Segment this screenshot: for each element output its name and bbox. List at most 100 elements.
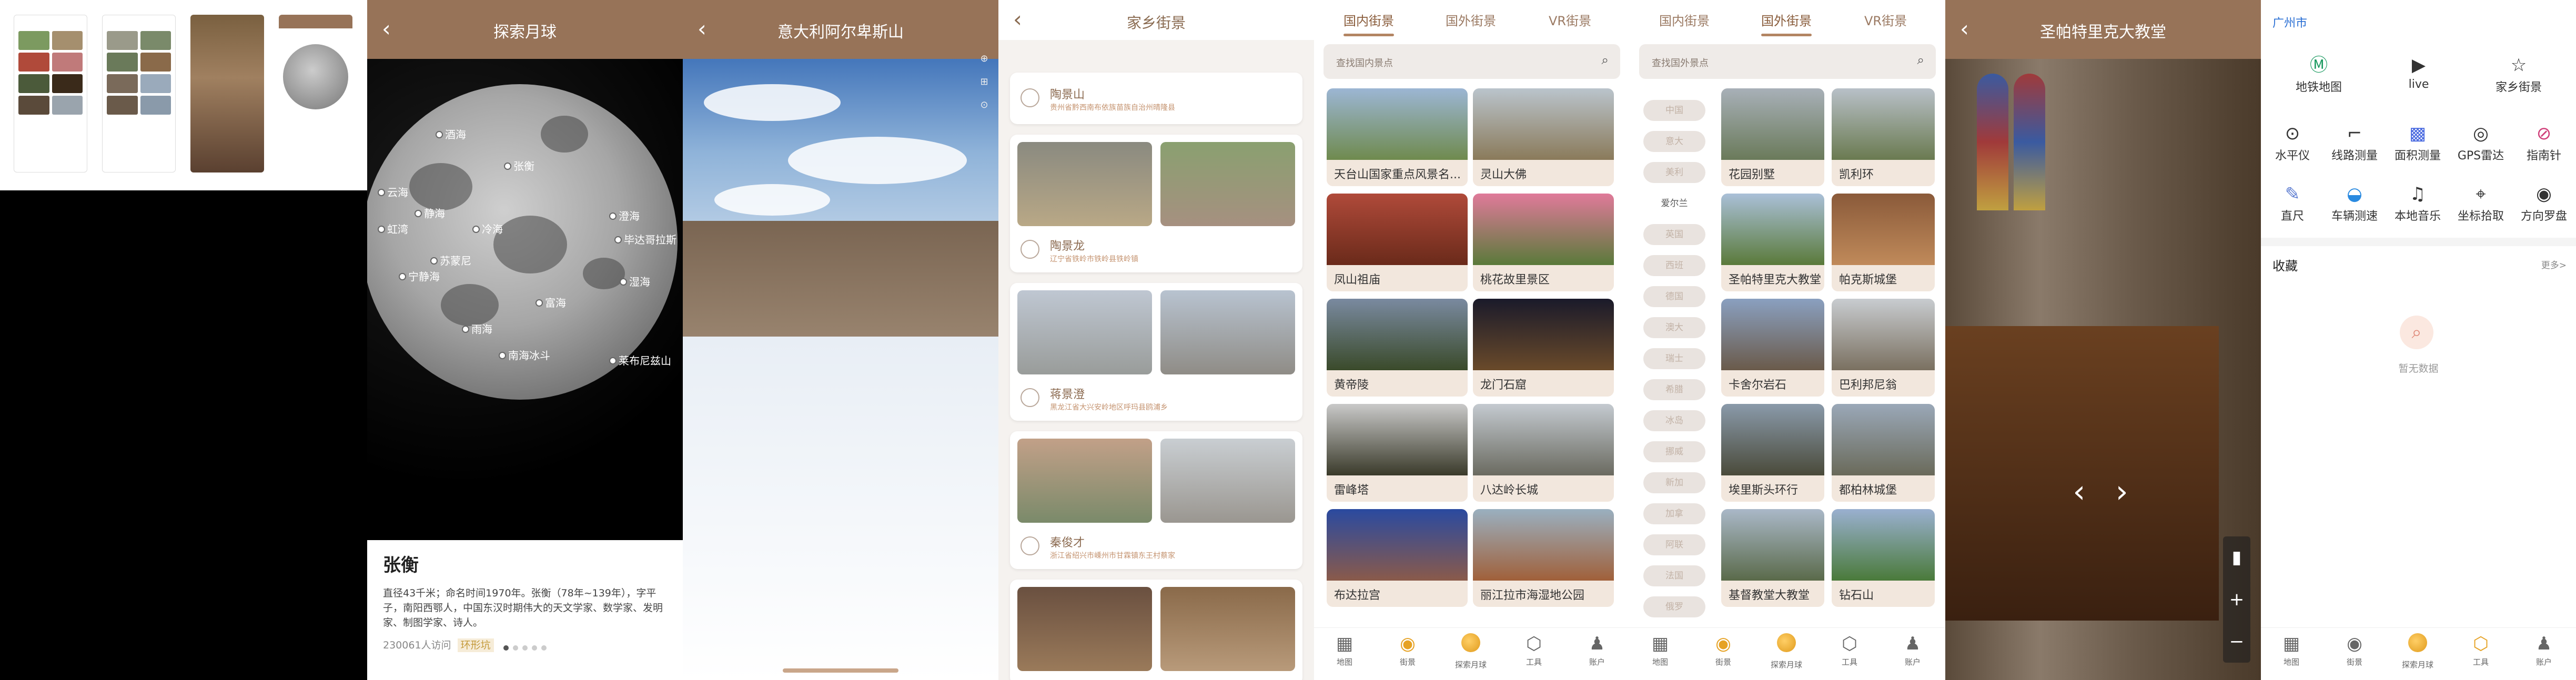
zoom-in-icon[interactable]: +	[2229, 589, 2245, 610]
search-input[interactable]: 查找国外景点 ⌕	[1639, 44, 1936, 79]
country-chip[interactable]: 挪威	[1643, 441, 1705, 462]
search-input[interactable]: 查找国内景点 ⌕	[1324, 44, 1620, 79]
tool-gps-radar[interactable]: ◎ GPS雷达	[2449, 121, 2512, 163]
country-chip[interactable]: 阿联	[1643, 534, 1705, 555]
nav-street[interactable]: ◉ 街景	[2333, 633, 2376, 667]
tab-foreign[interactable]: 国外街景	[1761, 11, 1812, 36]
tab-foreign[interactable]: 国外街景	[1446, 11, 1496, 29]
tile-1[interactable]: 天台山国家重点风景名...	[1327, 88, 1468, 186]
thumbnail-foreign[interactable]	[102, 15, 176, 172]
nav-account[interactable]: ♟ 账户	[2523, 633, 2565, 667]
hometown-card-2[interactable]: 陶景龙 辽宁省铁岭市铁岭县铁岭镇	[1010, 135, 1302, 272]
tool-direction-compass[interactable]: ◉ 方向罗盘	[2512, 181, 2575, 224]
thumbnail-moon[interactable]	[279, 15, 352, 172]
page-indicator[interactable]	[367, 643, 683, 653]
hometown-card-3[interactable]: 蒋景澄 黑龙江省大兴安岭地区呼玛县鸥浦乡	[1010, 283, 1302, 421]
side-controls[interactable]: ⊕ ⊞ ⊙	[977, 47, 991, 117]
nav-moon[interactable]: 探索月球	[1450, 633, 1492, 670]
moon-label-2[interactable]: 张衡	[504, 158, 534, 173]
country-chip[interactable]: 爱尔兰	[1643, 193, 1705, 214]
tab-vr[interactable]: VR街景	[1864, 11, 1907, 29]
tile-8[interactable]: 都柏林城堡	[1832, 404, 1935, 502]
thumbnail-cathedral[interactable]	[190, 15, 264, 172]
tile-5[interactable]: 黄帝陵	[1327, 299, 1468, 397]
moon-label-8[interactable]: 毕达哥拉斯	[614, 231, 676, 247]
nav-tools[interactable]: ⬡ 工具	[2460, 633, 2502, 667]
nav-account[interactable]: ♟ 账户	[1576, 633, 1618, 667]
tool-coordinate-picker[interactable]: ⌖ 坐标拾取	[2449, 181, 2512, 224]
country-chip[interactable]: 冰岛	[1643, 410, 1705, 431]
moon-label-5[interactable]: 冷海	[472, 221, 503, 236]
nav-moon[interactable]: 探索月球	[1765, 633, 1807, 670]
hometown-card-5[interactable]	[1010, 580, 1302, 680]
tile-3[interactable]: 圣帕特里克大教堂	[1721, 194, 1824, 291]
tile-2[interactable]: 灵山大佛	[1473, 88, 1614, 186]
moon-label-1[interactable]: 酒海	[436, 126, 466, 141]
tool-area-measure[interactable]: ▩ 面积测量	[2386, 121, 2449, 163]
more-link[interactable]: 更多>	[2541, 258, 2567, 271]
tile-8[interactable]: 八达岭长城	[1473, 404, 1614, 502]
compass-icon[interactable]: ▮	[2232, 547, 2242, 568]
city-label[interactable]: 广州市	[2272, 14, 2307, 31]
moon-label-13[interactable]: 雨海	[462, 321, 492, 336]
tile-7[interactable]: 埃里斯头环行	[1721, 404, 1824, 502]
search-icon[interactable]: ⌕	[1602, 53, 1609, 67]
moon-label-14[interactable]: 南海冰斗	[499, 347, 550, 362]
tile-6[interactable]: 巴利邦尼翁	[1832, 299, 1935, 397]
tool-live[interactable]: ▶ live	[2387, 53, 2450, 91]
zoom-out-icon[interactable]: −	[2229, 631, 2245, 652]
nav-map[interactable]: ▦ 地图	[2270, 633, 2312, 667]
moon-label-10[interactable]: 宁静海	[399, 268, 440, 283]
tool-hometown[interactable]: ☆ 家乡街景	[2487, 53, 2550, 95]
tab-domestic[interactable]: 国内街景	[1659, 11, 1710, 29]
country-chip[interactable]: 意大	[1643, 131, 1705, 152]
hometown-card-4[interactable]: 秦俊才 浙江省绍兴市嵊州市甘霖镇东王村蔡家	[1010, 431, 1302, 569]
nav-moon[interactable]: 探索月球	[2397, 633, 2439, 670]
hometown-card-1[interactable]: 陶景山 贵州省黔西南布依族苗族自治州晴隆县	[1010, 73, 1302, 124]
nav-account[interactable]: ♟ 账户	[1892, 633, 1934, 667]
nav-street[interactable]: ◉ 街景	[1387, 633, 1429, 667]
country-chip[interactable]: 新加	[1643, 472, 1705, 493]
tile-10[interactable]: 钻石山	[1832, 509, 1935, 607]
tool-ruler[interactable]: ✎ 直尺	[2261, 181, 2324, 224]
tool-route-measure[interactable]: ⌐ 线路测量	[2323, 121, 2386, 163]
tile-3[interactable]: 凤山祖庙	[1327, 194, 1468, 291]
country-chip[interactable]: 西班	[1643, 255, 1705, 276]
moon-label-4[interactable]: 静海	[415, 205, 445, 220]
nav-map[interactable]: ▦ 地图	[1639, 633, 1681, 667]
nav-map[interactable]: ▦ 地图	[1324, 633, 1366, 667]
tool-compass[interactable]: ⊘ 指南针	[2512, 121, 2575, 163]
tile-1[interactable]: 花园别墅	[1721, 88, 1824, 186]
tile-9[interactable]: 基督教堂大教堂	[1721, 509, 1824, 607]
country-chip[interactable]: 法国	[1643, 565, 1705, 586]
moon-label-15[interactable]: 莱布尼兹山	[609, 352, 671, 368]
search-icon[interactable]: ⌕	[1917, 53, 1924, 67]
panorama-snow[interactable]	[683, 337, 998, 680]
tile-4[interactable]: 帕克斯城堡	[1832, 194, 1935, 291]
moon-label-11[interactable]: 湿海	[620, 273, 650, 289]
country-chip[interactable]: 德国	[1643, 286, 1705, 307]
moon-label-6[interactable]: 澄海	[609, 208, 640, 223]
tile-4[interactable]: 桃花故里景区	[1473, 194, 1614, 291]
tool-level[interactable]: ⊙ 水平仪	[2261, 121, 2324, 163]
tile-7[interactable]: 雷峰塔	[1327, 404, 1468, 502]
country-chip[interactable]: 中国	[1643, 100, 1705, 121]
nav-tools[interactable]: ⬡ 工具	[1513, 633, 1555, 667]
tool-speedometer[interactable]: ◒ 车辆测速	[2323, 181, 2386, 224]
zoom-controls[interactable]: ▮ + −	[2223, 536, 2250, 663]
country-chip[interactable]: 俄罗	[1643, 596, 1705, 617]
tab-vr[interactable]: VR街景	[1549, 11, 1591, 29]
tile-10[interactable]: 丽江拉市海湿地公园	[1473, 509, 1614, 607]
country-chip[interactable]: 加拿	[1643, 503, 1705, 524]
country-chip[interactable]: 澳大	[1643, 317, 1705, 338]
navigation-arrows[interactable]: ‹ ›	[2014, 473, 2187, 510]
tile-2[interactable]: 凯利环	[1832, 88, 1935, 186]
tool-metro-map[interactable]: Ⓜ 地铁地图	[2287, 53, 2350, 95]
country-chip[interactable]: 希腊	[1643, 379, 1705, 400]
moon-label-12[interactable]: 富海	[536, 295, 566, 310]
tool-local-music[interactable]: ♫ 本地音乐	[2386, 181, 2449, 224]
country-chip[interactable]: 英国	[1643, 224, 1705, 245]
tile-5[interactable]: 卡舍尔岩石	[1721, 299, 1824, 397]
nav-tools[interactable]: ⬡ 工具	[1829, 633, 1871, 667]
moon-label-9[interactable]: 苏蒙尼	[430, 252, 471, 268]
